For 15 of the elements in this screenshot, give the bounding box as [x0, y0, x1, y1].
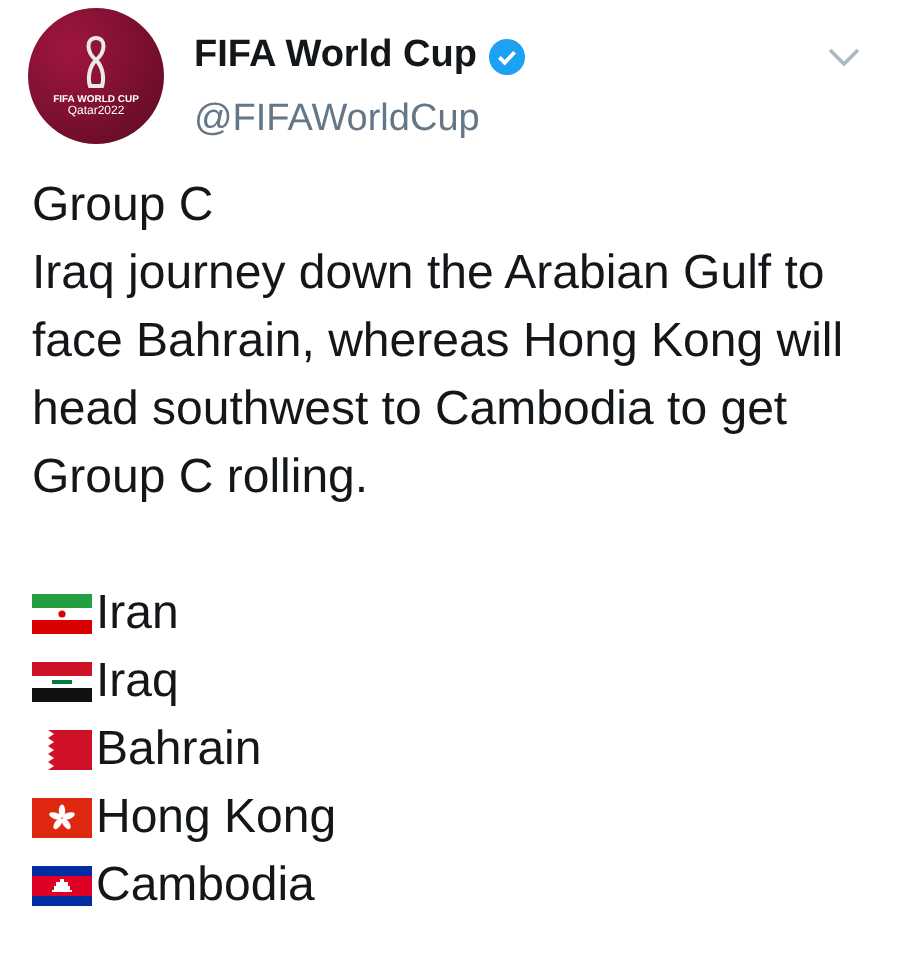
flag-icon: [32, 662, 92, 702]
team-name: Iran: [96, 584, 179, 644]
chevron-down-icon[interactable]: [828, 48, 860, 68]
flag-icon: [32, 798, 92, 838]
flag-icon: [32, 866, 92, 906]
tweet-title: Group C: [32, 176, 216, 236]
team-name: Iraq: [96, 652, 179, 712]
team-name: Hong Kong: [96, 788, 337, 848]
team-name: Cambodia: [96, 856, 315, 916]
account-handle: @FIFAWorldCup: [194, 96, 482, 144]
tweet-text: Iraq journey down the Arabian Gulf to face Bahrain, whereas Hong Kong will head southwest to Cambodia to get Group C rolling.: [32, 244, 846, 508]
account-name: FIFA World Cup: [194, 32, 477, 80]
flag-icon: [32, 594, 92, 634]
flag-icon: [32, 730, 92, 770]
team-name: Bahrain: [96, 720, 262, 780]
